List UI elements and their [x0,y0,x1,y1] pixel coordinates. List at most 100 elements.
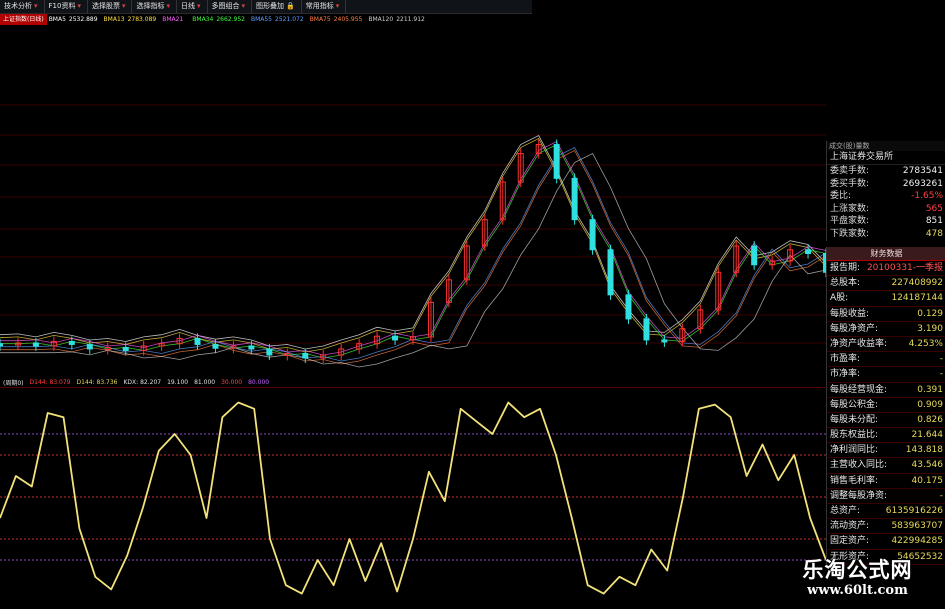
financial-row: 流动资产: 583963707 [827,519,945,535]
watermark-url: www.60lt.com [807,583,908,598]
quote-value: 478 [925,228,943,239]
financial-value: 21.644 [911,430,944,441]
dropdown-arrow-icon: ▾ [77,2,81,10]
quote-row: 下跌家数: 478 [827,228,945,241]
financial-value: 422994285 [891,536,943,547]
financial-value: 0.909 [917,399,943,410]
ma-tag: BMA13 [103,16,125,23]
financial-label: 每股未分配: [830,414,879,425]
candle [661,339,668,343]
quote-label: 委比: [830,191,852,202]
toolbar-item[interactable]: 常用指标 ▾ [302,0,347,13]
toolbar-item-label: 选择指标 [136,2,165,10]
financial-row: 总资产: 6135916226 [827,504,945,520]
ma-line [0,140,826,356]
financial-panel: 财务数据 报告期: 20100331-一季报总股本: 227408992 A股: 124… [826,247,945,565]
toolbar-item[interactable]: 技术分析 ▾ [0,0,45,13]
toolbar-item[interactable]: 多图组合 ▾ [208,0,253,13]
financial-row: 报告期: 20100331-一季报 [827,261,945,277]
indicator-legend-item: KDX: 82.207 [123,378,162,386]
financial-value: 20100331-一季报 [866,263,943,273]
oscillator-chart[interactable] [0,387,826,609]
dropdown-arrow-icon: ▾ [335,2,340,10]
dropdown-arrow-icon: ▾ [121,2,126,10]
candle [643,318,650,341]
financial-panel-title[interactable]: 财务数据 [827,247,945,261]
financial-label: A股: [830,293,849,304]
financial-row: 主营收入同比: 43.546 [827,458,945,474]
ma-legend: 上证指数(日线) BMA5 2532.889 BMA13 2783.089 BMA21 B… [0,14,532,25]
candle [589,219,596,251]
financial-value: 4.253% [908,338,943,349]
financial-row: 总股本: 227408992 [827,276,945,292]
ma-line [0,134,826,350]
ma-tag: BMA21 [162,16,184,23]
financial-row: 净利润同比: 143.818 [827,443,945,459]
lock-icon: 🔒 [286,2,295,10]
ma-line [0,143,826,359]
financial-row: A股: 124187144 [827,291,945,307]
ma-line [0,137,826,353]
quote-row: 委卖手数: 2783541 [827,165,945,178]
ma-tag: BMA5 [48,16,66,23]
indicator-legend-item: D144: 83.736 [76,378,118,386]
candle [607,249,614,296]
candle [571,177,578,221]
financial-label: 销售毛利率: [830,475,879,486]
financial-label: 每股收益: [830,308,870,319]
indicator-legend-item: 81.000 [194,378,216,386]
toolbar-item-label: 图形叠加 [256,2,285,10]
ma-value: 2662.952 [216,16,245,23]
candle [392,335,399,341]
quote-value: 2783541 [902,166,943,176]
financial-label: 市盈率: [830,354,861,365]
candle [122,346,129,351]
quote-row: 委买手数: 2693261 [827,178,945,191]
exchange-name: 上海证券交易所 [827,151,945,165]
financial-value: 0.826 [917,414,943,425]
toolbar-item-label: F10资料 [48,2,76,10]
dropdown-arrow-icon: ▾ [34,2,38,10]
financial-value: 227408992 [891,278,943,289]
financial-label: 每股净资产: [830,323,879,334]
financial-value: 43.546 [911,460,944,471]
financial-label: 净利润同比: [830,445,879,456]
quote-label: 下跌家数: [830,228,870,239]
financial-value: 3.190 [917,323,943,334]
candle [248,345,255,350]
financial-row: 每股净资产: 3.190 [827,322,945,337]
ma-value: 2532.889 [68,16,98,23]
financial-label: 主营收入同比: [830,460,888,471]
indicator-legend-item: 19.100 [167,378,189,386]
financial-value: - [939,369,943,380]
toolbar-item-label: 技术分析 [4,2,32,10]
ma-value: 2211.912 [396,16,425,23]
financial-value: - [939,490,943,501]
toolbar-item[interactable]: F10资料 ▾ [45,0,88,13]
ma-tag: BMA34 [192,16,214,23]
toolbar-item[interactable]: 选择股票 ▾ [88,0,133,13]
financial-value: 583963707 [891,521,943,532]
ma-value: 2521.072 [275,16,304,23]
quote-label: 上涨家数: [830,203,870,214]
financial-value: 40.175 [911,475,944,486]
toolbar-item[interactable]: 选择指标 ▾ [132,0,177,13]
financial-row: 调整每股净资: - [827,489,945,504]
toolbar-item[interactable]: 日线 ▾ [177,0,208,13]
financial-label: 报告期: [830,263,861,273]
candle [302,352,309,359]
toolbar-item[interactable]: 图形叠加 🔒 [252,0,302,13]
candle [194,337,201,345]
financial-label: 每股公积金: [830,399,879,410]
ma-tag: BMA75 [309,16,331,23]
financial-row: 股东权益比: 21.644 [827,428,945,444]
chart-title[interactable]: 上证指数(日线) [0,14,47,25]
price-chart[interactable] [0,25,826,377]
indicator-legend-item: 80.000 [248,378,270,386]
dropdown-arrow-icon: ▾ [166,2,170,10]
candle [0,343,3,347]
financial-row: 每股经营现金: 0.391 [827,383,945,398]
financial-row: 每股收益: 0.129 [827,307,945,322]
quote-value: 565 [925,203,943,214]
indicator-legend-item: (周期0) [3,379,24,387]
